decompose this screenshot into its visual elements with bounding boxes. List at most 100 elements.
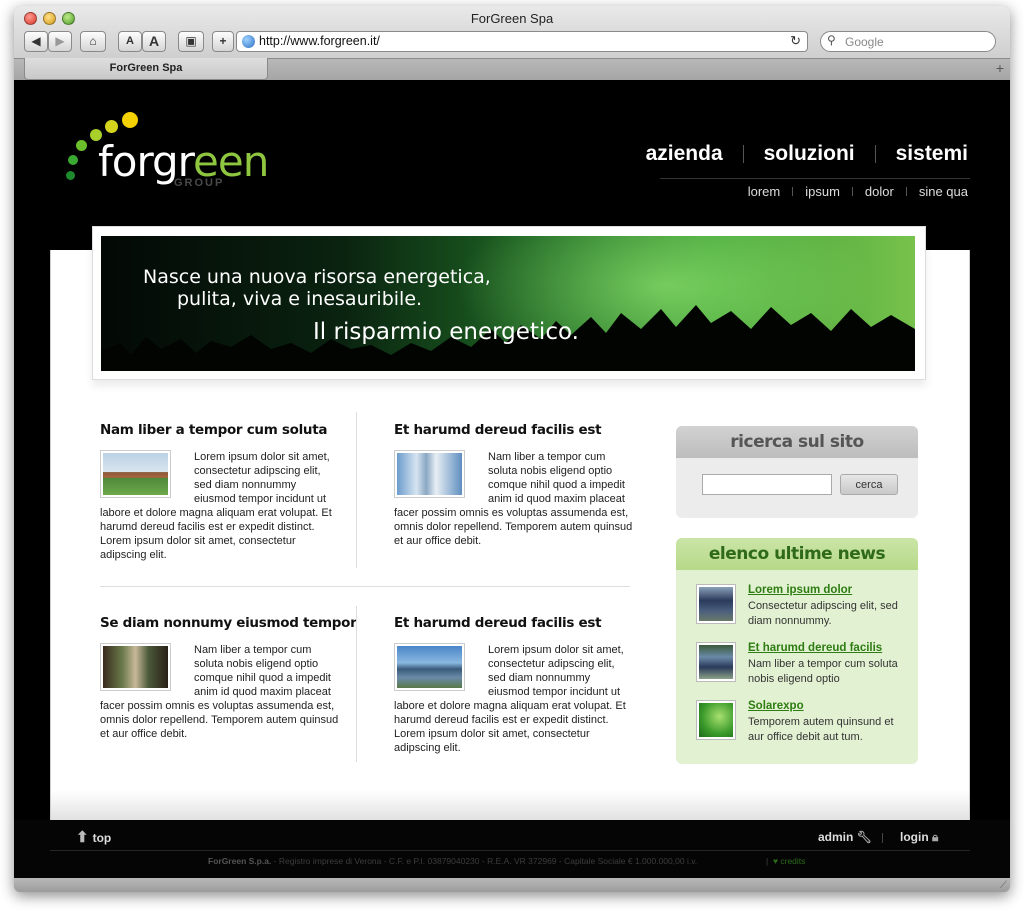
- banner-headline: Il risparmio energetico.: [313, 319, 579, 345]
- home-icon: ⌂: [89, 34, 97, 48]
- site-footer: ⬆ top admin 🔧︎ login 🔒︎ ForGreen S.p.a. -…: [14, 820, 1010, 878]
- arrow-up-icon: ⬆: [76, 829, 89, 846]
- news-title-link[interactable]: Solarexpo: [748, 700, 804, 712]
- hero-banner: Nasce una nuova risorsa energetica, puli…: [101, 236, 915, 371]
- nav-azienda[interactable]: azienda: [646, 142, 723, 166]
- news-text: Temporem autem quinsund et aur office de…: [748, 716, 894, 743]
- search-placeholder: Google: [845, 35, 884, 49]
- legal-text: - Registro imprese di Verona - C.F. e P.…: [271, 856, 698, 866]
- browser-window: ForGreen Spa ◀ ▶ ⌂ A A ▣ + http://www.fo…: [14, 6, 1010, 892]
- subnav-ipsum[interactable]: ipsum: [805, 184, 840, 199]
- url-text: http://www.forgreen.it/: [259, 34, 380, 48]
- search-icon: ⚲: [827, 33, 836, 47]
- subnav-dolor[interactable]: dolor: [865, 184, 894, 199]
- tab-strip: ForGreen Spa +: [14, 58, 1010, 80]
- wrench-icon: 🔧︎: [856, 830, 872, 844]
- nav-divider: [742, 145, 744, 163]
- article-thumbnail[interactable]: [394, 450, 465, 498]
- nav-divider-line: [660, 178, 970, 179]
- news-box: elenco ultime news Lorem ipsum dolor Con…: [676, 538, 918, 764]
- forward-arrow-icon: ▶: [55, 34, 65, 48]
- company-name: ForGreen S.p.a.: [208, 856, 272, 866]
- browser-search-field[interactable]: ⚲ Google: [820, 31, 996, 52]
- credits-divider: |: [766, 856, 769, 866]
- article-thumbnail[interactable]: [100, 643, 171, 691]
- logo-dot: [122, 112, 138, 128]
- article-card: Nam liber a tempor cum soluta Lorem ipsu…: [100, 422, 340, 562]
- content-panel-bottom: [50, 790, 970, 820]
- logo-dot: [66, 171, 75, 180]
- nav-sistemi[interactable]: sistemi: [896, 142, 968, 166]
- article-thumbnail[interactable]: [100, 450, 171, 498]
- article-title[interactable]: Nam liber a tempor cum soluta: [100, 422, 340, 438]
- sub-nav: lorem ipsum dolor sine qua: [748, 184, 968, 199]
- row-divider: [100, 586, 630, 587]
- subnav-divider: [851, 187, 853, 196]
- article-title[interactable]: Et harumd dereud facilis est: [394, 422, 634, 438]
- news-text: Consectetur adipscing elit, sed diam non…: [748, 600, 898, 627]
- logo-dot: [105, 120, 118, 133]
- subnav-sine-qua[interactable]: sine qua: [919, 184, 968, 199]
- address-bar[interactable]: http://www.forgreen.it/ ↻: [236, 31, 808, 52]
- globe-icon: [242, 35, 255, 48]
- back-to-top-link[interactable]: ⬆ top: [76, 828, 111, 846]
- resize-grip-icon[interactable]: ⟋: [1000, 880, 1007, 891]
- camera-icon: ▣: [185, 34, 197, 48]
- home-button[interactable]: ⌂: [80, 31, 106, 52]
- logo-dot: [76, 140, 87, 151]
- admin-link[interactable]: admin 🔧︎: [818, 830, 872, 844]
- site-header: forgreen GROUP azienda soluzioni sistemi…: [14, 80, 1010, 250]
- login-link[interactable]: login 🔒︎: [900, 830, 938, 845]
- article-thumbnail[interactable]: [394, 643, 465, 691]
- news-box-title: elenco ultime news: [676, 538, 918, 570]
- text-bigger-button[interactable]: A: [142, 31, 166, 52]
- news-thumbnail[interactable]: [696, 642, 736, 682]
- search-box-title: ricerca sul sito: [676, 426, 918, 458]
- banner-line-1: Nasce una nuova risorsa energetica,: [143, 266, 491, 288]
- tab-forgreen[interactable]: ForGreen Spa: [24, 58, 268, 80]
- banner-line-2: pulita, viva e inesauribile.: [177, 288, 423, 310]
- forward-button[interactable]: ▶: [48, 31, 72, 52]
- article-title[interactable]: Se diam nonnumy eiusmod tempor: [100, 615, 357, 631]
- subnav-divider: [792, 187, 794, 196]
- browser-toolbar: ◀ ▶ ⌂ A A ▣ + http://www.forgreen.it/ ↻ …: [22, 31, 1002, 53]
- news-title-link[interactable]: Et harumd dereud facilis: [748, 642, 882, 654]
- article-card: Se diam nonnumy eiusmod tempor Nam liber…: [100, 615, 357, 741]
- status-bar: ⟋: [14, 878, 1010, 892]
- news-text: Nam liber a tempor cum soluta nobis elig…: [748, 658, 898, 685]
- back-arrow-icon: ◀: [31, 34, 41, 48]
- subnav-lorem[interactable]: lorem: [748, 184, 781, 199]
- site-search-input[interactable]: [702, 474, 832, 495]
- back-button[interactable]: ◀: [24, 31, 48, 52]
- lock-icon: 🔒︎: [932, 830, 939, 844]
- news-title-link[interactable]: Lorem ipsum dolor: [748, 584, 852, 596]
- admin-label: admin: [818, 830, 854, 844]
- credits-link[interactable]: | ♥ credits: [766, 856, 805, 866]
- window-title: ForGreen Spa: [470, 11, 554, 26]
- search-button[interactable]: cerca: [840, 474, 898, 495]
- reload-icon[interactable]: ↻: [790, 33, 801, 49]
- login-label: login: [900, 830, 929, 844]
- subnav-divider: [905, 187, 907, 196]
- footer-divider: [882, 833, 883, 843]
- page-viewport: forgreen GROUP azienda soluzioni sistemi…: [14, 80, 1010, 878]
- snapshot-button[interactable]: ▣: [178, 31, 204, 52]
- text-smaller-button[interactable]: A: [118, 31, 142, 52]
- site-search-box: ricerca sul sito cerca: [676, 426, 918, 518]
- news-thumbnail[interactable]: [696, 584, 736, 624]
- new-tab-button[interactable]: +: [996, 60, 1004, 76]
- top-label: top: [92, 831, 112, 845]
- article-card: Et harumd dereud facilis est Nam liber a…: [394, 422, 634, 548]
- title-bar: ForGreen Spa ◀ ▶ ⌂ A A ▣ + http://www.fo…: [14, 6, 1010, 80]
- logo-group-label: GROUP: [174, 177, 225, 189]
- main-nav: azienda soluzioni sistemi: [646, 142, 968, 166]
- heart-icon: ♥: [772, 856, 778, 866]
- article-title[interactable]: Et harumd dereud facilis est: [394, 615, 634, 631]
- add-bookmark-button[interactable]: +: [212, 31, 234, 52]
- logo-dot: [68, 155, 78, 165]
- column-divider: [356, 412, 357, 568]
- news-thumbnail[interactable]: [696, 700, 736, 740]
- nav-soluzioni[interactable]: soluzioni: [764, 142, 855, 166]
- legal-notice: ForGreen S.p.a. - Registro imprese di Ve…: [208, 856, 697, 866]
- banner-frame: Nasce una nuova risorsa energetica, puli…: [92, 226, 926, 380]
